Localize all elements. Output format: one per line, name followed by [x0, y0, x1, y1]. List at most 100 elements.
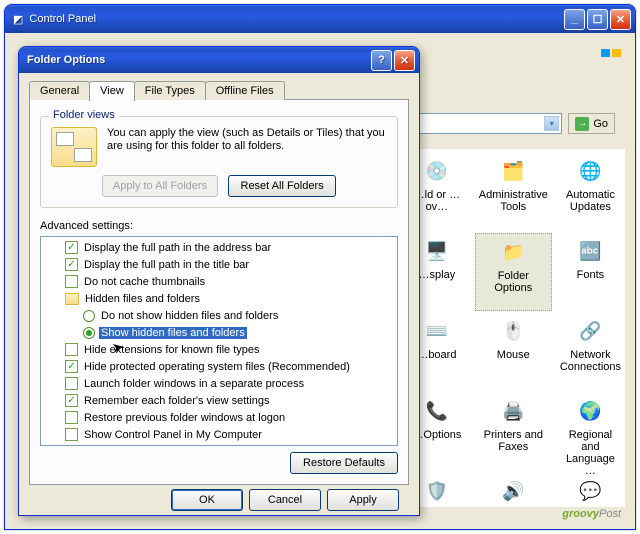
tab-view[interactable]: View	[89, 81, 135, 101]
cp-item-label: Administrative Tools	[479, 189, 548, 213]
cp-item[interactable]: 💬Speech	[556, 473, 625, 507]
cp-item-icon: 🔤	[574, 235, 606, 267]
tree-row[interactable]: Hidden files and folders	[41, 290, 397, 307]
control-panel-items: 💿…ld or …ov…🗂️Administrative Tools🌐Autom…	[403, 149, 625, 507]
minimize-button[interactable]: _	[564, 9, 585, 30]
chevron-down-icon[interactable]: ▾	[544, 116, 559, 131]
radio-icon[interactable]	[83, 327, 95, 339]
go-button[interactable]: → Go	[568, 113, 615, 134]
tree-row[interactable]: Show hidden files and folders	[41, 324, 397, 341]
tab-bar: GeneralViewFile TypesOffline Files	[29, 81, 409, 100]
apply-button[interactable]: Apply	[327, 489, 399, 511]
cp-item[interactable]: 🖨️Printers and Faxes	[475, 393, 552, 471]
cp-item-icon: 🖱️	[497, 315, 529, 347]
reset-all-folders-button[interactable]: Reset All Folders	[228, 175, 336, 197]
cp-item-icon: 💬	[574, 475, 606, 507]
tab-file-types[interactable]: File Types	[134, 81, 206, 100]
dialog-close-button[interactable]: ✕	[394, 50, 415, 71]
folder-views-group: Folder views You can apply the view (suc…	[40, 116, 398, 208]
cp-item-icon: ⌨️	[421, 315, 453, 347]
cp-item-label: Printers and Faxes	[479, 429, 548, 453]
tree-row[interactable]: ✓Hide protected operating system files (…	[41, 358, 397, 375]
cp-item[interactable]: 🔗Network Connections	[556, 313, 625, 391]
tree-row-label: Do not show hidden files and folders	[99, 310, 280, 322]
tree-row[interactable]: Do not show hidden files and folders	[41, 307, 397, 324]
tree-row[interactable]: ✓Display the full path in the title bar	[41, 256, 397, 273]
cp-item-icon: 🗂️	[497, 155, 529, 187]
watermark: groovyPost	[562, 506, 621, 521]
folder-icon	[65, 293, 79, 305]
cp-item-icon: 🖨️	[497, 395, 529, 427]
control-panel-icon: ◩	[13, 13, 23, 26]
cp-item-icon: 🌐	[574, 155, 606, 187]
address-dropdown[interactable]: ▾	[403, 113, 562, 134]
tree-row[interactable]: ✓ Display the full path in the address ba…	[41, 239, 397, 256]
cp-item[interactable]: 📁Folder Options	[475, 233, 552, 311]
cp-item-icon: 🔊	[497, 475, 529, 507]
cp-item-icon: 💿	[421, 155, 453, 187]
cp-item-icon: 🖥️	[421, 235, 453, 267]
checkbox-icon[interactable]	[65, 377, 78, 390]
cp-item-label: …splay	[419, 269, 456, 281]
help-button[interactable]: ?	[371, 50, 392, 71]
advanced-settings-tree[interactable]: ✓ Display the full path in the address ba…	[40, 236, 398, 446]
close-button[interactable]: ✕	[610, 9, 631, 30]
cancel-button[interactable]: Cancel	[249, 489, 321, 511]
radio-icon[interactable]	[83, 310, 95, 322]
tree-row[interactable]: Launch folder windows in a separate proc…	[41, 375, 397, 392]
tree-row[interactable]: Restore previous folder windows at logon	[41, 409, 397, 426]
checkbox-icon[interactable]: ✓	[65, 241, 78, 254]
checkbox-icon[interactable]	[65, 428, 78, 441]
tree-row-label: Launch folder windows in a separate proc…	[82, 378, 306, 390]
cp-item[interactable]: 🗂️Administrative Tools	[475, 153, 552, 231]
cp-item-label: …board	[417, 349, 456, 361]
advanced-settings-label: Advanced settings:	[40, 220, 398, 232]
maximize-button[interactable]: ☐	[587, 9, 608, 30]
tree-row-label: Show hidden files and folders	[99, 327, 247, 339]
cp-item-label: Automatic Updates	[560, 189, 621, 213]
tree-row[interactable]: Show Control Panel in My Computer	[41, 426, 397, 443]
apply-to-all-folders-button[interactable]: Apply to All Folders	[102, 175, 218, 197]
checkbox-icon[interactable]: ✓	[65, 360, 78, 373]
checkbox-icon[interactable]	[65, 275, 78, 288]
folder-views-description: You can apply the view (such as Details …	[107, 127, 387, 167]
tree-row-label: Display the full path in the address bar	[82, 242, 273, 254]
ok-button[interactable]: OK	[171, 489, 243, 511]
tree-row[interactable]: Do not cache thumbnails	[41, 273, 397, 290]
folder-views-icon	[51, 127, 97, 167]
tab-offline-files[interactable]: Offline Files	[205, 81, 285, 100]
cp-item-icon: 📁	[497, 236, 529, 268]
tree-row-label: Restore previous folder windows at logon	[82, 412, 287, 424]
cp-item-label: Folder Options	[480, 270, 547, 294]
go-label: Go	[593, 118, 608, 130]
checkbox-icon[interactable]	[65, 411, 78, 424]
tree-row[interactable]: ✓ Remember each folder's view settings	[41, 392, 397, 409]
tree-row-label: Remember each folder's view settings	[82, 395, 272, 407]
cp-item-label: Regional and Language …	[560, 429, 621, 477]
restore-defaults-button[interactable]: Restore Defaults	[290, 452, 398, 474]
tree-row[interactable]: Hide extensions for known file types	[41, 341, 397, 358]
cp-item[interactable]: 🖱️ Mouse	[475, 313, 552, 391]
outer-titlebar[interactable]: ◩ Control Panel _ ☐ ✕	[5, 5, 635, 33]
checkbox-icon[interactable]	[65, 343, 78, 356]
cp-item-icon: 🔗	[574, 315, 606, 347]
folder-options-dialog: Folder Options ? ✕ GeneralViewFile Types…	[18, 46, 420, 516]
cp-item[interactable]: 🔊Sounds and Audio Devices	[475, 473, 552, 507]
tab-panel-view: Folder views You can apply the view (suc…	[29, 99, 409, 485]
dialog-titlebar[interactable]: Folder Options ? ✕	[19, 47, 419, 73]
cp-item[interactable]: 🌐Automatic Updates	[556, 153, 625, 231]
cp-item-label: Fonts	[577, 269, 605, 281]
cp-item[interactable]: 🔤 Fonts	[556, 233, 625, 311]
checkbox-icon[interactable]: ✓	[65, 258, 78, 271]
go-arrow-icon: →	[575, 117, 589, 131]
dialog-title: Folder Options	[27, 54, 371, 66]
checkbox-icon[interactable]: ✓	[65, 394, 78, 407]
cp-item[interactable]: 🌍Regional and Language …	[556, 393, 625, 471]
tree-row-label: Hide extensions for known file types	[82, 344, 261, 356]
cp-item-label: Mouse	[497, 349, 530, 361]
cp-item-icon: 🌍	[574, 395, 606, 427]
tab-general[interactable]: General	[29, 81, 90, 100]
windows-logo-icon	[601, 49, 623, 69]
tree-row-label: Do not cache thumbnails	[82, 276, 207, 288]
window-title: Control Panel	[29, 13, 96, 25]
